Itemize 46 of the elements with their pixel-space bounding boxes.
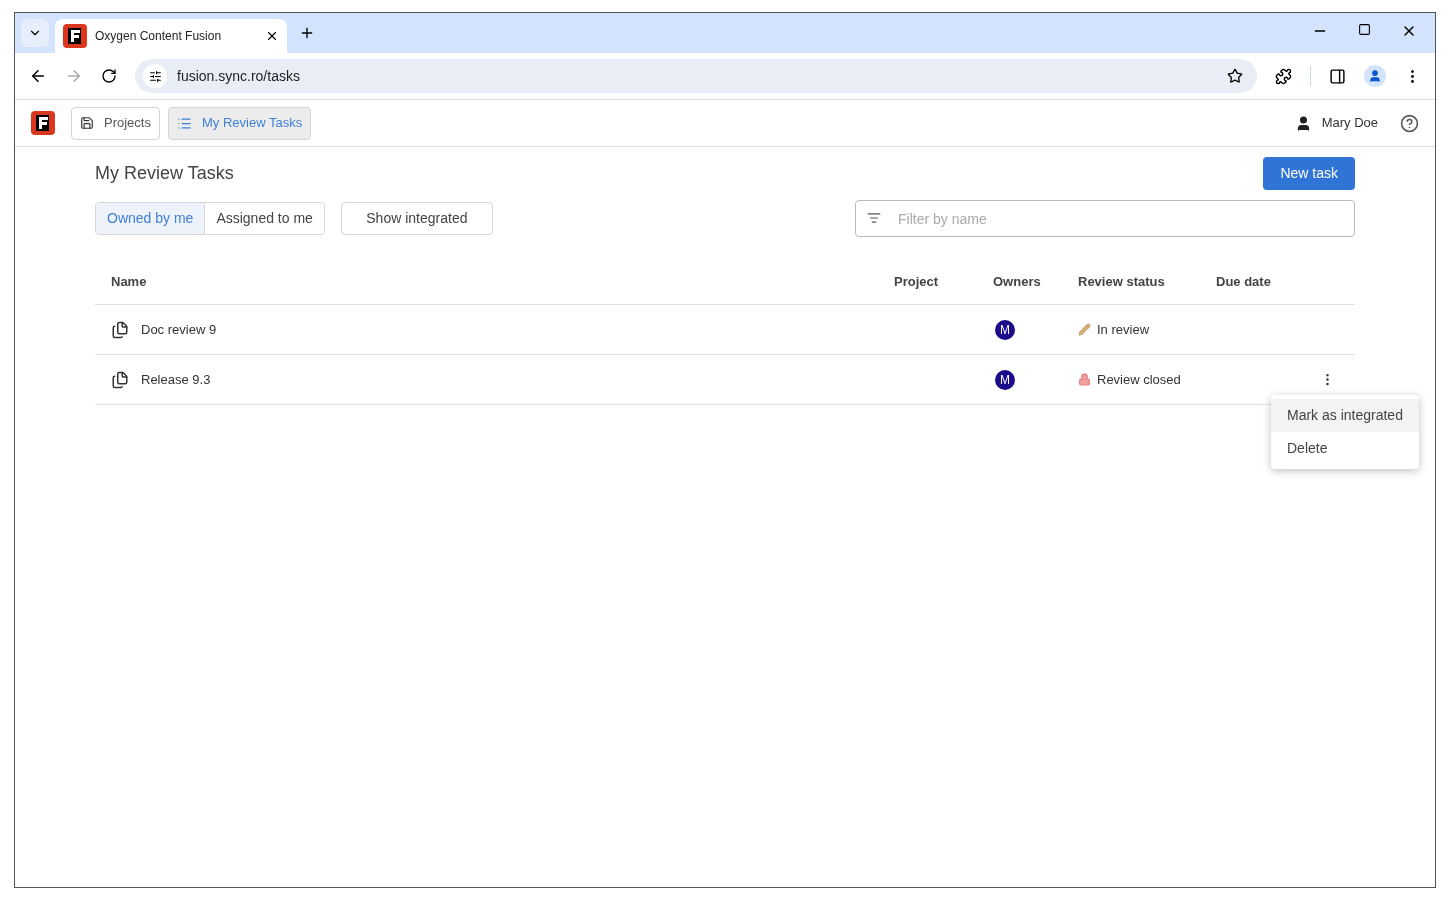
owner-avatar: M — [995, 319, 1015, 340]
address-bar[interactable]: fusion.sync.ro/tasks — [135, 59, 1257, 93]
filter-field[interactable]: Filter by name — [855, 200, 1355, 237]
nav-tab[interactable]: Projects — [71, 106, 160, 140]
menu-item[interactable]: Mark as integrated — [1271, 399, 1419, 432]
list-icon — [176, 115, 192, 131]
pencil-icon — [1078, 323, 1091, 336]
review-status: In review — [1097, 320, 1150, 339]
column-header: Due date — [1216, 273, 1271, 289]
back-icon[interactable] — [29, 67, 47, 85]
site-settings-icon[interactable] — [148, 69, 162, 83]
help-icon[interactable] — [1400, 113, 1419, 133]
owner-avatar: M — [995, 369, 1015, 390]
app-logo-icon — [31, 111, 55, 135]
table-row[interactable]: Doc review 9 M In review — [95, 305, 1355, 355]
task-name[interactable]: Release 9.3 — [141, 369, 211, 390]
menu-item[interactable]: Delete — [1271, 432, 1419, 465]
task-name[interactable]: Doc review 9 — [141, 319, 217, 340]
profile-avatar[interactable] — [1364, 65, 1386, 87]
filter-toggle[interactable]: Assigned to me — [204, 203, 324, 234]
browser-tab[interactable]: Oxygen Content Fusion — [55, 19, 287, 53]
side-panel-icon[interactable] — [1329, 67, 1346, 85]
filter-icon — [867, 211, 881, 225]
reload-icon[interactable] — [101, 68, 117, 84]
new-task-button[interactable]: New task — [1263, 157, 1355, 190]
url-text: fusion.sync.ro/tasks — [177, 66, 301, 86]
review-status: Review closed — [1097, 370, 1181, 389]
column-header: Project — [894, 273, 939, 289]
documents-icon — [111, 320, 129, 339]
filter-toggle[interactable]: Owned by me — [96, 203, 205, 234]
close-icon[interactable] — [265, 29, 279, 43]
show-integrated-button[interactable]: Show integrated — [340, 202, 493, 235]
lock-icon — [1078, 373, 1091, 386]
nav-tab[interactable]: My Review Tasks — [167, 106, 312, 140]
column-header: Review status — [1078, 273, 1165, 289]
tab-title: Oxygen Content Fusion — [95, 28, 223, 45]
user-name[interactable]: Mary Doe — [1321, 113, 1378, 133]
column-header: Owners — [993, 273, 1041, 289]
page-title: My Review Tasks — [95, 162, 234, 185]
new-tab-icon[interactable] — [299, 25, 315, 41]
documents-icon — [111, 370, 129, 389]
app-logo-icon — [63, 24, 87, 48]
maximize-icon[interactable] — [1358, 23, 1371, 36]
extensions-icon[interactable] — [1275, 67, 1292, 85]
bookmark-star-icon[interactable] — [1227, 68, 1243, 84]
column-header: Name — [111, 273, 147, 289]
